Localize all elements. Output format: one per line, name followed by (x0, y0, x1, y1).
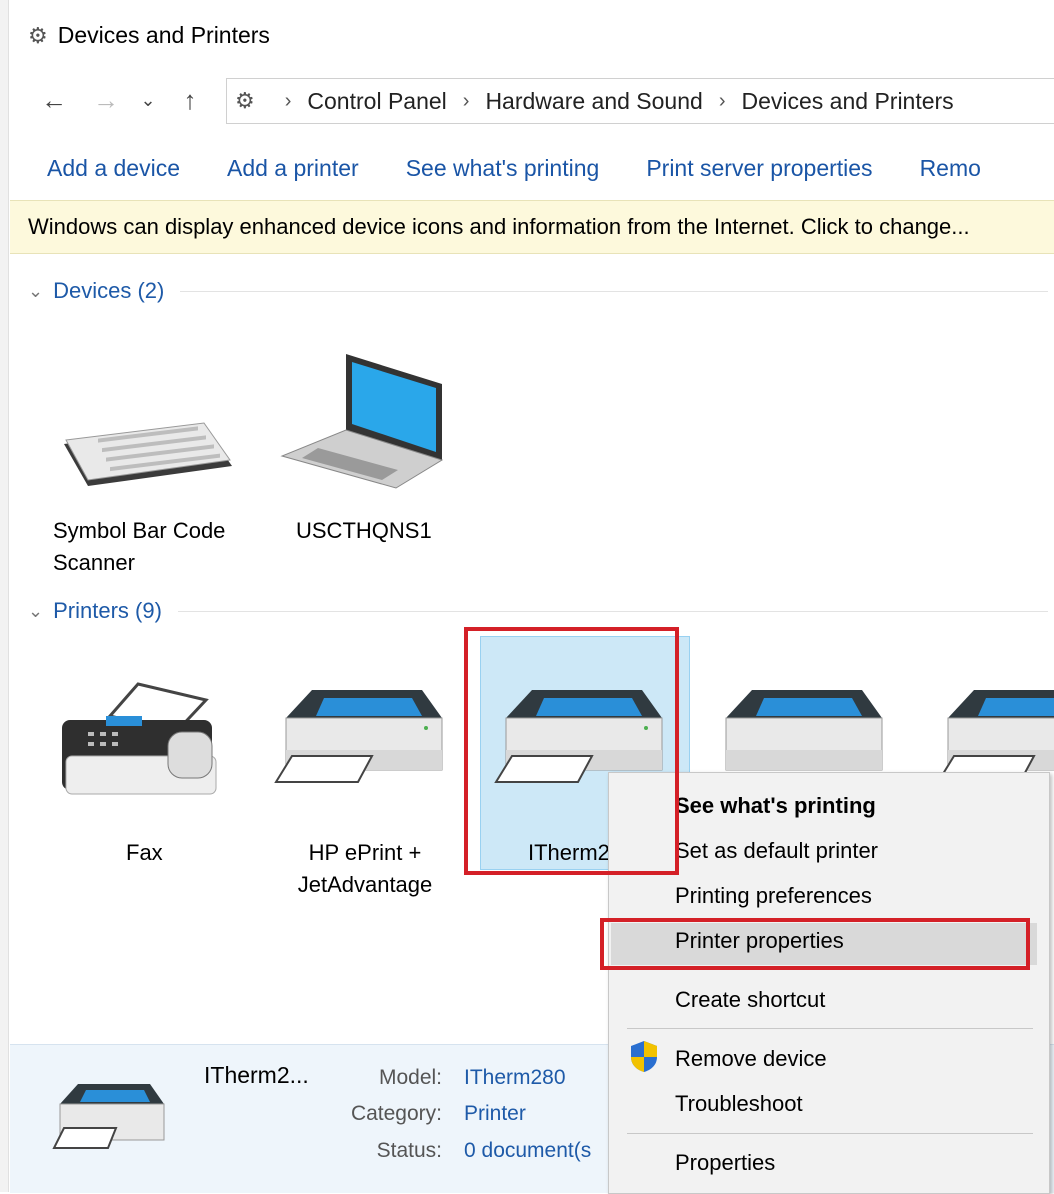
printer-hp-eprint-line2: JetAdvantage (297, 872, 433, 897)
devices-printers-icon: ⚙ (28, 22, 48, 48)
info-bar-text: Windows can display enhanced device icon… (28, 214, 970, 239)
device-usc-laptop-label[interactable]: USCTHQNS1 (296, 515, 432, 547)
remove-device-button[interactable]: Remo (920, 155, 981, 182)
annotation-box-printer-properties (600, 918, 1030, 970)
recent-locations-chevron-icon[interactable]: ⌄ (132, 90, 164, 111)
chevron-down-icon: ⌄ (28, 280, 44, 301)
details-status-label: Status: (376, 1139, 442, 1162)
keyboard-icon[interactable] (54, 420, 234, 490)
printer-hp-eprint-line1: HP ePrint + (308, 840, 422, 865)
printer-icon[interactable] (272, 686, 452, 786)
printer-hp-eprint-label[interactable]: HP ePrint + JetAdvantage (280, 837, 450, 901)
shield-icon (631, 1041, 657, 1072)
address-location-icon: ⚙ (235, 88, 255, 113)
add-device-button[interactable]: Add a device (47, 155, 180, 182)
menu-separator (627, 1133, 1033, 1134)
group-label-devices: Devices (2) (53, 278, 165, 303)
print-server-properties-button[interactable]: Print server properties (646, 155, 872, 182)
menu-item-remove-device[interactable]: Remove device (675, 1046, 827, 1072)
device-symbol-scanner-line1: Symbol Bar Code (53, 518, 226, 543)
back-arrow-icon[interactable]: ← (28, 85, 80, 116)
printer-icon[interactable] (934, 686, 1054, 786)
details-model-value: ITherm280 (464, 1066, 566, 1089)
see-whats-printing-button[interactable]: See what's printing (406, 155, 600, 182)
breadcrumb-hardware-and-sound[interactable]: Hardware and Sound (485, 88, 702, 115)
laptop-icon[interactable] (278, 352, 448, 492)
annotation-box-printer (464, 627, 679, 875)
address-bar[interactable]: ⚙ › Control Panel › Hardware and Sound ›… (226, 78, 1054, 124)
breadcrumb-devices-and-printers[interactable]: Devices and Printers (741, 88, 953, 115)
details-status-value: 0 document(s (464, 1139, 592, 1162)
printer-icon[interactable] (712, 686, 892, 786)
group-header-printers[interactable]: ⌄ Printers (9) (28, 598, 1048, 624)
menu-item-troubleshoot[interactable]: Troubleshoot (675, 1091, 803, 1117)
menu-item-create-shortcut[interactable]: Create shortcut (675, 987, 825, 1013)
window-title-text: Devices and Printers (57, 22, 270, 48)
printer-icon (52, 1084, 165, 1149)
breadcrumb-separator-icon[interactable]: › (285, 90, 292, 113)
breadcrumb-separator-icon[interactable]: › (719, 90, 726, 113)
command-bar: Add a device Add a printer See what's pr… (0, 140, 1054, 196)
window-title: ⚙ Devices and Printers (28, 22, 270, 49)
printer-fax-label[interactable]: Fax (126, 837, 163, 869)
device-symbol-scanner-label[interactable]: Symbol Bar Code Scanner (53, 515, 225, 579)
chevron-down-icon: ⌄ (28, 600, 44, 621)
menu-item-set-default-printer[interactable]: Set as default printer (675, 838, 878, 864)
group-label-printers: Printers (9) (53, 598, 162, 623)
menu-item-see-whats-printing[interactable]: See what's printing (675, 793, 876, 819)
details-model-label: Model: (378, 1066, 442, 1089)
menu-separator (627, 1028, 1033, 1029)
up-arrow-icon[interactable]: ↑ (164, 85, 216, 116)
device-symbol-scanner-line2: Scanner (53, 550, 135, 575)
forward-arrow-icon[interactable]: → (80, 85, 132, 116)
info-bar[interactable]: Windows can display enhanced device icon… (10, 200, 1054, 254)
menu-item-printing-preferences[interactable]: Printing preferences (675, 883, 872, 909)
menu-item-properties[interactable]: Properties (675, 1150, 775, 1176)
group-divider (180, 290, 1048, 292)
breadcrumb-control-panel[interactable]: Control Panel (307, 88, 446, 115)
navigation-buttons: ← → ⌄ ↑ (28, 80, 216, 120)
details-category-value: Printer (464, 1102, 526, 1125)
fax-icon[interactable] (58, 680, 228, 800)
breadcrumb-separator-icon[interactable]: › (463, 90, 470, 113)
group-divider (177, 610, 1048, 612)
add-printer-button[interactable]: Add a printer (227, 155, 359, 182)
details-device-name: ITherm2... (204, 1062, 309, 1088)
details-category-label: Category: (350, 1102, 442, 1125)
group-header-devices[interactable]: ⌄ Devices (2) (28, 278, 1048, 304)
